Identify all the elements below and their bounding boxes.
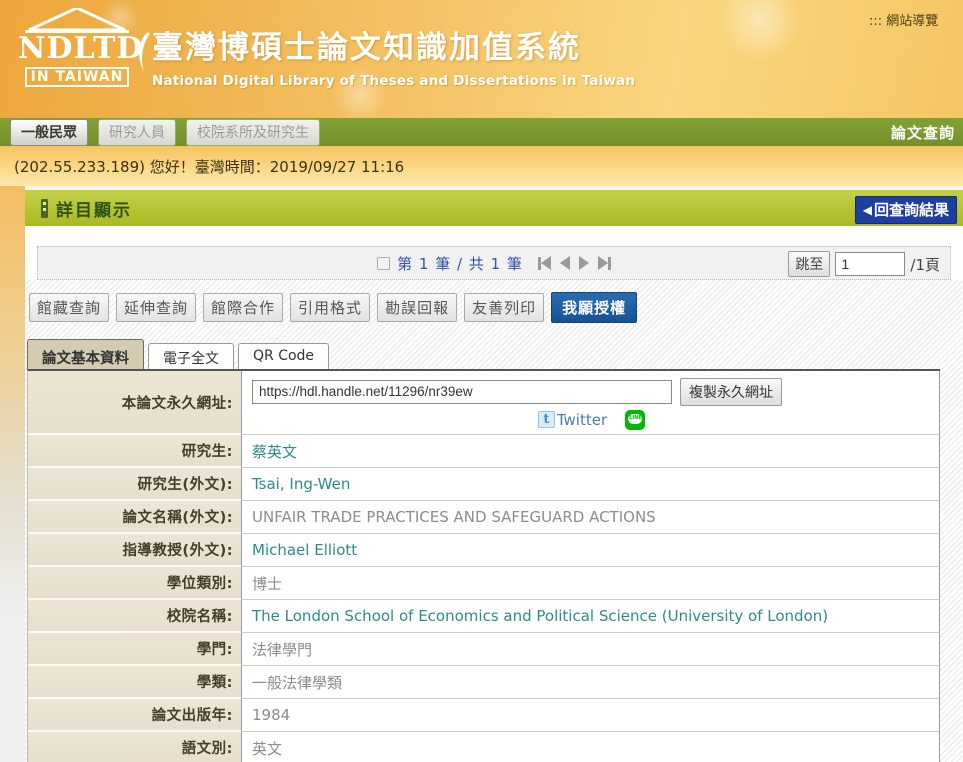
site-title: 臺灣博碩士論文知識加值系統	[152, 22, 635, 67]
page-number-input[interactable]	[835, 252, 905, 276]
permalink-line: 複製永久網址	[252, 378, 931, 406]
back-to-results-button[interactable]: ◀ 回查詢結果	[855, 196, 957, 224]
field-label: 校院名稱:	[28, 600, 241, 633]
thesis-detail-table: 本論文永久網址: 複製永久網址 t Twitter	[27, 369, 940, 762]
print-friendly-button[interactable]: 友善列印	[464, 293, 544, 322]
work-area: 館藏查詢 延伸查詢 館際合作 引用格式 勘誤回報 友善列印 我願授權 論文基本資…	[25, 280, 963, 762]
page-title: 詳目顯示	[56, 196, 132, 221]
sitemap-link[interactable]: ::: 網站導覽	[869, 10, 963, 29]
field-row-title-en: 論文名稱(外文): UNFAIR TRADE PRACTICES AND SAF…	[28, 501, 940, 534]
field-row-discipline: 學門: 法律學門	[28, 633, 940, 666]
field-value: UNFAIR TRADE PRACTICES AND SAFEGUARD ACT…	[252, 508, 656, 526]
field-label: 研究生:	[28, 435, 241, 468]
field-label: 本論文永久網址:	[28, 371, 241, 435]
field-row-student: 研究生: 蔡英文	[28, 435, 940, 468]
logo-swash-icon	[134, 30, 152, 74]
select-record-checkbox[interactable]	[377, 257, 390, 270]
field-value: 法律學門	[252, 639, 312, 660]
field-label: 指導教授(外文):	[28, 534, 241, 567]
tab-basic-info[interactable]: 論文基本資料	[27, 339, 144, 369]
section-header: 詳目顯示 ◀ 回查詢結果	[25, 190, 963, 226]
citation-format-button[interactable]: 引用格式	[290, 293, 370, 322]
field-value: 一般法律學類	[252, 672, 342, 693]
ndltd-logo[interactable]: NDLTD IN TAIWAN	[18, 8, 136, 87]
field-label: 語文別:	[28, 732, 241, 762]
field-value-link[interactable]: The London School of Economics and Polit…	[252, 607, 828, 625]
record-nav	[538, 256, 611, 270]
field-label: 研究生(外文):	[28, 468, 241, 501]
navtab-general-public[interactable]: 一般民眾	[10, 119, 88, 146]
field-row-student-en: 研究生(外文): Tsai, Ing-Wen	[28, 468, 940, 501]
logo-ndltd-text: NDLTD	[18, 34, 136, 64]
previous-record-button[interactable]	[560, 256, 570, 270]
next-record-button[interactable]	[579, 256, 589, 270]
twitter-label: Twitter	[557, 411, 607, 429]
first-record-button[interactable]	[538, 256, 551, 270]
jump-to-page-group: 跳至 /1頁	[788, 251, 940, 277]
last-record-button[interactable]	[598, 256, 611, 270]
site-header: ::: 網站導覽 NDLTD IN TAIWAN 臺灣博碩士論文知識加值系統 N…	[0, 0, 963, 118]
error-report-button[interactable]: 勘誤回報	[377, 293, 457, 322]
jump-to-button[interactable]: 跳至	[788, 251, 830, 277]
field-label: 學門:	[28, 633, 241, 666]
tab-electronic-fulltext[interactable]: 電子全文	[148, 343, 234, 369]
thesis-search-link[interactable]: 論文查詢	[891, 122, 955, 143]
field-value: 英文	[252, 738, 282, 759]
interlibrary-loan-button[interactable]: 館際合作	[203, 293, 283, 322]
main-area: 詳目顯示 ◀ 回查詢結果 第 1 筆 / 共 1 筆 跳至	[0, 186, 963, 762]
field-row-year: 論文出版年: 1984	[28, 699, 940, 732]
twitter-icon: t	[538, 411, 555, 428]
copy-permalink-button[interactable]: 複製永久網址	[680, 378, 782, 406]
tab-qr-code[interactable]: QR Code	[238, 343, 329, 369]
extended-search-button[interactable]: 延伸查詢	[116, 293, 196, 322]
field-row-advisor-en: 指導教授(外文): Michael Elliott	[28, 534, 940, 567]
content-area: 詳目顯示 ◀ 回查詢結果 第 1 筆 / 共 1 筆 跳至	[25, 186, 963, 762]
record-position-text: 第 1 筆 / 共 1 筆	[397, 253, 523, 274]
field-label: 學位類別:	[28, 567, 241, 600]
site-subtitle: National Digital Library of Theses and D…	[152, 73, 635, 89]
field-row-school: 校院名稱: The London School of Economics and…	[28, 600, 940, 633]
permalink-row: 本論文永久網址: 複製永久網址 t Twitter	[28, 371, 940, 435]
pagination-bar: 第 1 筆 / 共 1 筆 跳至 /1頁	[37, 246, 951, 280]
site-titles: 臺灣博碩士論文知識加值系統 National Digital Library o…	[152, 22, 635, 89]
field-value-link[interactable]: Tsai, Ing-Wen	[252, 475, 350, 493]
line-share-icon[interactable]	[625, 410, 645, 430]
field-label: 論文名稱(外文):	[28, 501, 241, 534]
navtab-researcher[interactable]: 研究人員	[98, 119, 176, 146]
back-to-results-label: 回查詢結果	[874, 199, 949, 220]
left-margin-decoration	[0, 186, 25, 762]
permalink-value-cell: 複製永久網址 t Twitter	[241, 371, 940, 435]
field-row-language: 語文別: 英文	[28, 732, 940, 762]
field-row-category: 學類: 一般法律學類	[28, 666, 940, 699]
role-navbar: 一般民眾 研究人員 校院系所及研究生 論文查詢	[0, 118, 963, 146]
logo-in-taiwan-text: IN TAIWAN	[25, 67, 130, 87]
twitter-share-link[interactable]: t Twitter	[538, 411, 607, 429]
section-bullet-icon	[41, 199, 48, 218]
field-value: 博士	[252, 573, 282, 594]
field-row-degree: 學位類別: 博士	[28, 567, 940, 600]
field-value: 1984	[252, 706, 290, 724]
authorize-button[interactable]: 我願授權	[551, 292, 637, 323]
library-holdings-button[interactable]: 館藏查詢	[29, 293, 109, 322]
welcome-text: (202.55.233.189) 您好！臺灣時間：2019/09/27 11:1…	[14, 156, 404, 177]
field-label: 學類:	[28, 666, 241, 699]
pagination-center: 第 1 筆 / 共 1 筆	[377, 253, 611, 274]
field-value-link[interactable]: Michael Elliott	[252, 541, 357, 559]
page-total-suffix: /1頁	[910, 254, 940, 275]
detail-tabs: 論文基本資料 電子全文 QR Code	[27, 339, 963, 369]
welcome-strip: (202.55.233.189) 您好！臺灣時間：2019/09/27 11:1…	[0, 146, 963, 186]
field-label: 論文出版年:	[28, 699, 241, 732]
permalink-url-input[interactable]	[252, 380, 672, 404]
field-value-link[interactable]: 蔡英文	[252, 441, 297, 462]
left-arrow-icon: ◀	[863, 203, 872, 217]
navtab-school-dept[interactable]: 校院系所及研究生	[186, 119, 320, 146]
record-toolbar: 館藏查詢 延伸查詢 館際合作 引用格式 勘誤回報 友善列印 我願授權	[27, 292, 963, 323]
share-links: t Twitter	[252, 410, 931, 430]
